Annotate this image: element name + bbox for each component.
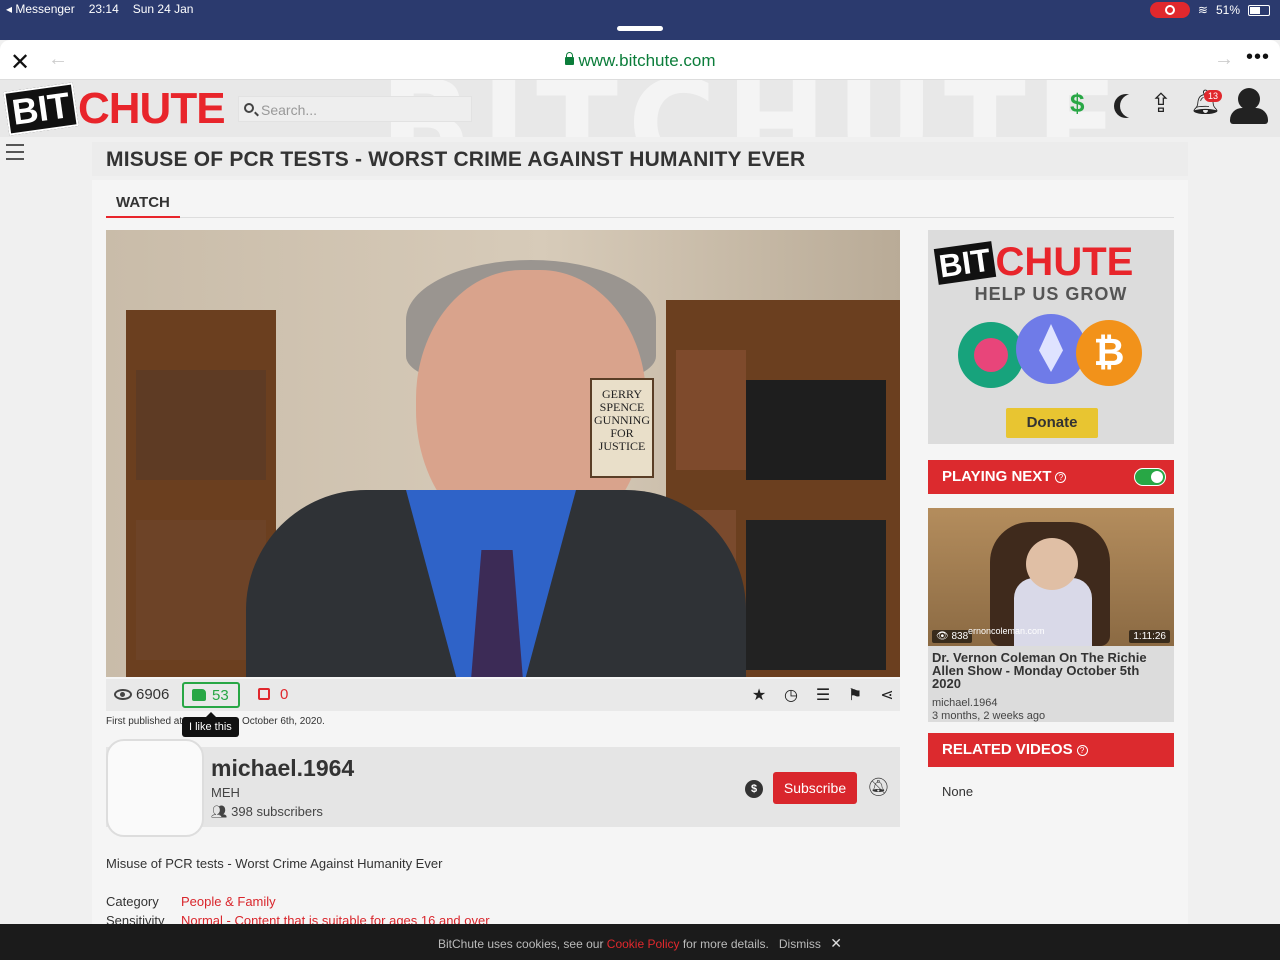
channel-tagline: MEH [211,785,240,800]
screen-recording-icon [1149,2,1190,18]
wifi-icon: ≋ [1197,3,1208,17]
status-time: 23:14 [88,2,119,16]
browser-toolbar: ✕ ← www.bitchute.com → ••• [0,40,1280,80]
playing-next-header: PLAYING NEXT? [928,460,1174,494]
next-video-age: 3 months, 2 weeks ago [932,710,1046,722]
user-account-icon[interactable] [1230,88,1268,124]
donate-banner[interactable]: BIT CHUTE HELP US GROW ₿ Donate [928,230,1174,444]
report-flag-icon[interactable]: ⚑ [846,685,864,705]
donate-logo: BIT CHUTE [933,240,1133,285]
bitchute-logo[interactable]: BIT CHUTE [3,82,226,136]
favorite-star-icon[interactable]: ★ [750,685,768,705]
more-options-icon[interactable]: ••• [1246,46,1270,69]
ios-status-bar: ◂ Messenger 23:14 Sun 24 Jan ≋ 51% [0,0,1280,40]
donate-button[interactable]: Donate [1006,408,1098,438]
publish-info: First published at October 6th, 2020. [106,716,325,727]
thumbs-up-icon [192,689,206,701]
view-count: 6906 [114,686,169,703]
help-icon[interactable]: ? [1076,745,1088,756]
header-background-watermark: BITCHUTE [380,80,1128,137]
next-video-title[interactable]: Dr. Vernon Coleman On The Richie Allen S… [932,651,1168,690]
related-videos-header: RELATED VIDEOS? [928,733,1174,767]
money-icon[interactable]: $ [1070,88,1098,124]
book-cover: GERRY SPENCE GUNNING FOR JUSTICE [590,378,654,478]
watch-later-clock-icon[interactable]: ◷ [782,685,800,705]
tab-watch[interactable]: WATCH [106,180,180,218]
upload-icon[interactable]: ⇪ [1150,88,1178,124]
users-icon: 👥︎ [211,804,228,819]
next-video-thumbnail[interactable]: 👁︎ 838 ernoncoleman.com 1:11:26 [928,508,1174,646]
dark-mode-button[interactable] [1110,88,1138,124]
back-to-app-link[interactable]: ◂ Messenger [6,2,75,16]
battery-icon [1248,4,1270,16]
notifications-off-icon[interactable]: 🔕︎ [867,777,890,798]
playlist-icon[interactable]: ☰ [814,685,832,705]
subscriber-count: 👥︎ 398 subscribers [211,804,323,819]
menu-icon[interactable] [6,144,24,165]
thumbnail-duration: 1:11:26 [1129,630,1170,643]
bitcoin-icon: ₿ [1076,320,1142,386]
cookie-policy-link[interactable]: Cookie Policy [607,937,680,951]
next-video-card[interactable]: 👁︎ 838 ernoncoleman.com 1:11:26 Dr. Vern… [928,508,1174,722]
thumbs-down-icon [258,688,270,700]
subscribe-button[interactable]: Subscribe [773,772,857,804]
site-header: BITCHUTE BIT CHUTE Search... $ ⇪ 🔔︎ 13 [0,80,1280,137]
video-title-bar: MISUSE OF PCR TESTS - WORST CRIME AGAINS… [92,142,1188,176]
video-frame [106,230,900,677]
url-text: www.bitchute.com [578,51,716,70]
like-button[interactable]: 53 [182,682,240,708]
lock-icon [564,52,574,65]
search-input[interactable]: Search... [238,96,472,122]
sheet-grabber[interactable] [617,26,663,31]
eye-icon [114,689,132,700]
category-link[interactable]: People & Family [181,894,276,909]
share-icon[interactable]: ⋖ [878,685,896,705]
cookie-banner: BitChute uses cookies, see our Cookie Po… [0,924,1280,960]
donate-tagline: HELP US GROW [974,284,1128,304]
tab-bar: WATCH [106,180,1174,218]
thumbnail-site-overlay: ernoncoleman.com [968,626,1045,636]
moon-icon [1120,94,1144,118]
autoplay-toggle[interactable] [1134,468,1166,486]
help-icon[interactable]: ? [1055,472,1067,483]
channel-name[interactable]: michael.1964 [211,755,354,782]
video-player[interactable]: GERRY SPENCE GUNNING FOR JUSTICE [106,230,900,677]
search-icon [244,103,254,113]
notifications-button[interactable]: 🔔︎ 13 [1190,88,1222,124]
tip-dollar-icon[interactable]: $ [745,780,763,798]
video-description: Misuse of PCR tests - Worst Crime Agains… [106,856,443,871]
video-title: MISUSE OF PCR TESTS - WORST CRIME AGAINS… [106,148,806,171]
forward-arrow-icon[interactable]: → [1214,48,1234,71]
like-tooltip: I like this [182,712,239,737]
address-bar[interactable]: www.bitchute.com [0,51,1280,71]
crypto-coin-icon [958,322,1024,388]
channel-avatar[interactable] [106,739,204,837]
dismiss-button[interactable]: Dismiss [779,937,821,951]
published-prefix: First published at [106,716,183,727]
notification-badge: 13 [1203,90,1222,102]
video-actions-bar: 6906 53 0 ★ ◷ ☰ ⚑ ⋖ [106,679,900,711]
battery-percent: 51% [1215,3,1240,17]
published-date: October 6th, 2020. [242,716,325,727]
next-video-channel[interactable]: michael.1964 [932,697,997,709]
search-placeholder: Search... [261,102,318,118]
close-icon[interactable]: ✕ [830,935,842,951]
category-row: Category People & Family [106,894,276,909]
thumbnail-view-count: 👁︎ 838 [932,630,973,643]
status-date: Sun 24 Jan [132,2,194,16]
category-label: Category [106,894,159,909]
related-videos-empty: None [942,784,974,799]
channel-box: michael.1964 MEH 👥︎ 398 subscribers $ Su… [106,747,900,827]
dislike-button[interactable]: 0 [258,686,288,703]
